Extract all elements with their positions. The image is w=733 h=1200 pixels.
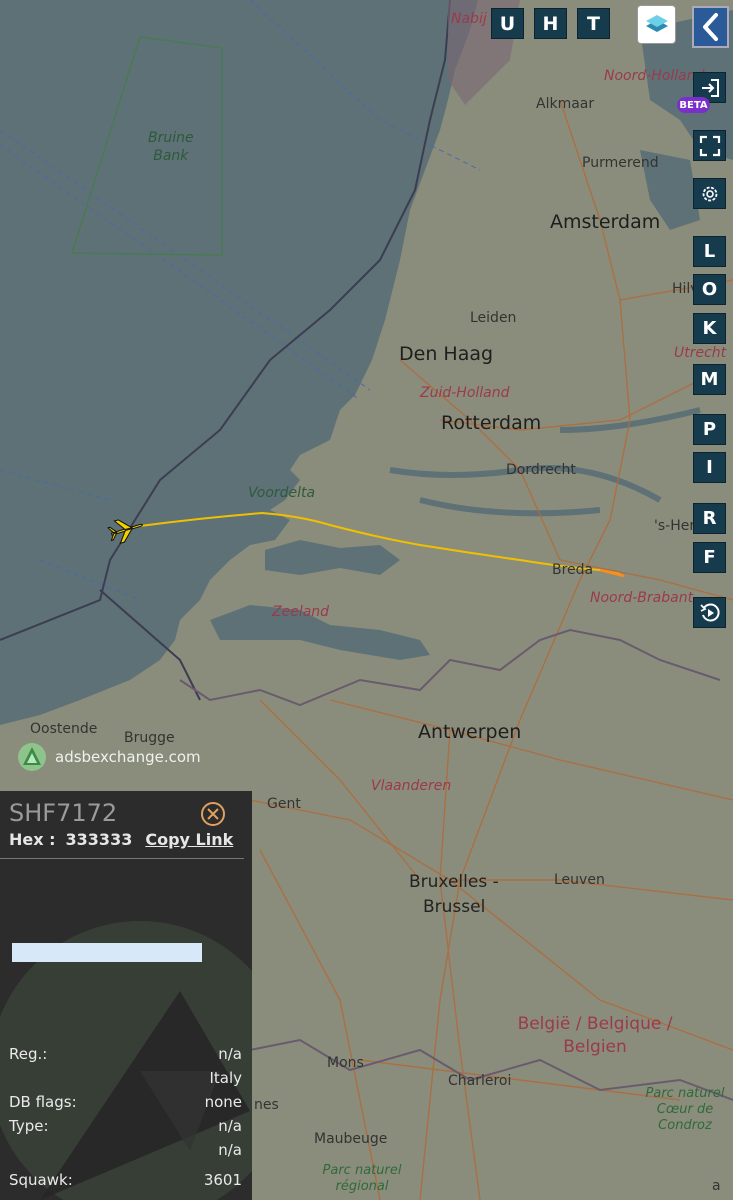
photo-placeholder[interactable] bbox=[12, 943, 202, 962]
replay-icon bbox=[699, 603, 720, 621]
reg-label: Reg.: bbox=[9, 1045, 48, 1063]
beta-badge: BETA bbox=[677, 97, 710, 113]
toggle-l-button[interactable]: L bbox=[693, 236, 726, 267]
type-desc-value: n/a bbox=[218, 1141, 242, 1159]
login-icon bbox=[701, 78, 719, 97]
aircraft-info-panel: SHF7172 Hex : 333333 Copy Link Reg.: n/a… bbox=[0, 791, 252, 1200]
replay-button[interactable] bbox=[693, 597, 726, 628]
db-flags-label: DB flags: bbox=[9, 1093, 77, 1111]
squawk-label: Squawk: bbox=[9, 1171, 73, 1189]
toggle-i-button[interactable]: I bbox=[693, 452, 726, 483]
layers-button[interactable] bbox=[638, 6, 675, 43]
type-label: Type: bbox=[9, 1117, 49, 1135]
collapse-sidebar-button[interactable] bbox=[692, 6, 729, 48]
copy-link[interactable]: Copy Link bbox=[145, 830, 233, 849]
toggle-k-button[interactable]: K bbox=[693, 313, 726, 344]
squawk-value: 3601 bbox=[203, 1171, 242, 1189]
aircraft-callsign: SHF7172 bbox=[9, 799, 118, 827]
toggle-h-button[interactable]: H bbox=[534, 8, 567, 39]
gear-icon bbox=[702, 186, 717, 201]
reg-value: n/a bbox=[218, 1045, 242, 1063]
attribution-text[interactable]: adsbexchange.com bbox=[55, 748, 201, 766]
panel-divider bbox=[0, 858, 244, 859]
hex-value: 333333 bbox=[65, 830, 133, 849]
attribution[interactable]: adsbexchange.com bbox=[17, 742, 201, 772]
toggle-f-button[interactable]: F bbox=[693, 542, 726, 573]
toggle-o-button[interactable]: O bbox=[693, 274, 726, 305]
close-icon bbox=[201, 802, 225, 826]
layers-icon bbox=[645, 14, 668, 32]
panel-watermark-icon bbox=[0, 921, 252, 1200]
toggle-t-button[interactable]: T bbox=[577, 8, 610, 39]
fullscreen-icon bbox=[699, 135, 720, 156]
settings-button[interactable] bbox=[693, 178, 726, 209]
fullscreen-button[interactable] bbox=[693, 130, 726, 161]
toggle-u-button[interactable]: U bbox=[491, 8, 524, 39]
toggle-m-button[interactable]: M bbox=[693, 364, 726, 395]
hex-row: Hex : 333333 Copy Link bbox=[9, 830, 233, 849]
close-panel-button[interactable] bbox=[200, 801, 226, 827]
country-value: Italy bbox=[209, 1069, 242, 1087]
adsbexchange-logo-icon bbox=[18, 743, 46, 771]
db-flags-value: none bbox=[204, 1093, 242, 1111]
toggle-r-button[interactable]: R bbox=[693, 503, 726, 534]
type-value: n/a bbox=[218, 1117, 242, 1135]
toggle-p-button[interactable]: P bbox=[693, 414, 726, 445]
hex-label: Hex : bbox=[9, 830, 56, 849]
chevron-left-icon bbox=[702, 13, 718, 41]
